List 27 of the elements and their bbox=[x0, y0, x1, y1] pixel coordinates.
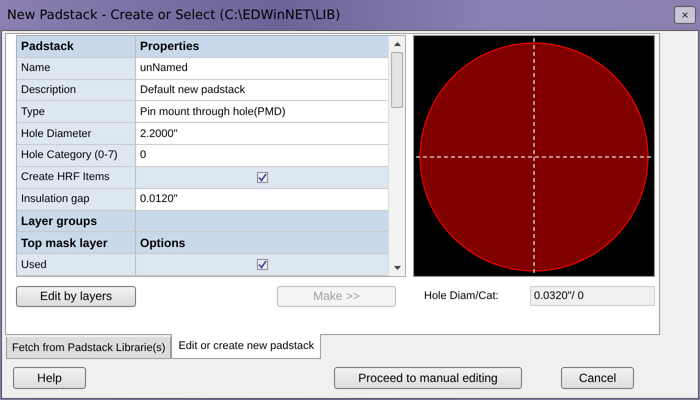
table-cell: Properties bbox=[136, 36, 388, 57]
scroll-thumb[interactable] bbox=[391, 52, 403, 108]
table-cell: Layer groups bbox=[17, 210, 136, 232]
tab[interactable]: Edit or create new padstack bbox=[171, 334, 322, 359]
hole-diam-field: 0.0320"/ 0 bbox=[530, 286, 655, 306]
table-cell: Description bbox=[17, 80, 136, 100]
table-cell: Hole Diameter bbox=[17, 123, 136, 144]
hole-diam-label: Hole Diam/Cat: bbox=[424, 290, 500, 302]
table-cell: Used bbox=[17, 254, 136, 275]
checkbox[interactable] bbox=[256, 172, 268, 183]
window-title: New Padstack - Create or Select (C:\EDWinNET\LIB) bbox=[7, 8, 340, 22]
table-cell: Type bbox=[17, 101, 136, 122]
table-cell: Name bbox=[17, 58, 136, 79]
checkbox[interactable] bbox=[256, 259, 268, 270]
footer-button[interactable]: Proceed to manual editing bbox=[334, 367, 522, 389]
table-cell: Insulation gap bbox=[17, 188, 136, 210]
footer-button[interactable]: Cancel bbox=[561, 367, 634, 389]
tab[interactable]: Fetch from Padstack Librarie(s) bbox=[6, 337, 172, 359]
table-cell: Create HRF Items bbox=[17, 166, 136, 188]
table-cell: Top mask layer bbox=[17, 232, 136, 254]
footer-button[interactable]: Help bbox=[13, 367, 86, 389]
scrollbar[interactable] bbox=[388, 36, 405, 276]
table-cell: Options bbox=[136, 232, 388, 254]
edit-by-layers-button[interactable]: Edit by layers bbox=[16, 286, 136, 306]
table-cell: Padstack bbox=[17, 36, 136, 57]
table-cell: Hole Category (0-7) bbox=[17, 145, 136, 166]
close-button[interactable]: × bbox=[674, 6, 696, 24]
